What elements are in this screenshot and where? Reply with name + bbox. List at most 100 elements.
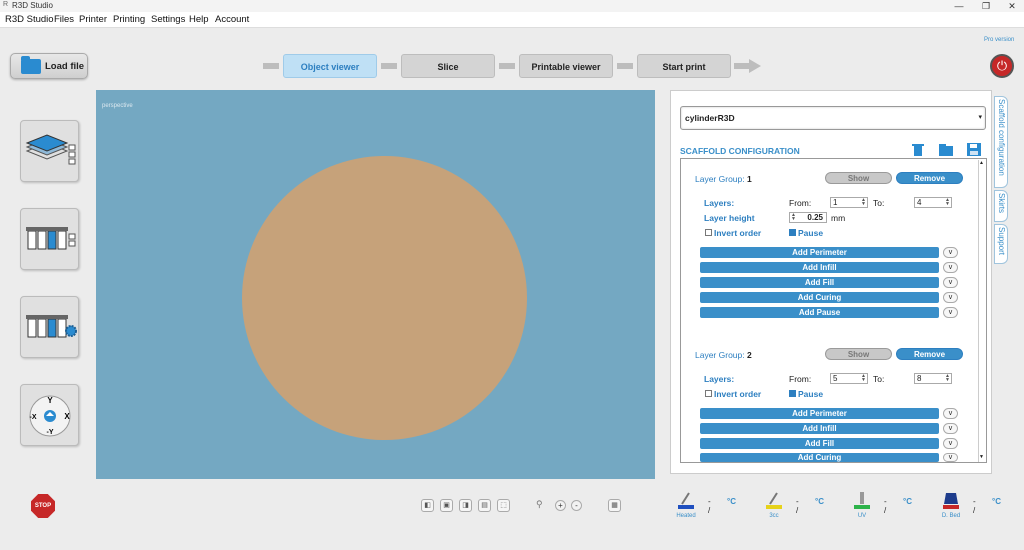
remove-group-button[interactable]: Remove <box>896 172 963 184</box>
layer-height-input[interactable]: ▲ ▼ 0.25 <box>789 212 827 223</box>
jog-y-plus[interactable]: Y <box>47 396 53 405</box>
menu-files[interactable]: Files <box>54 14 74 25</box>
menu-account[interactable]: Account <box>215 14 249 25</box>
zoom-in-button[interactable]: + <box>555 500 566 511</box>
sensor-3cc: 3cc - / °C <box>764 490 824 519</box>
jog-x-plus[interactable]: X <box>64 412 70 421</box>
layers-to-input[interactable]: 4 ▲ ▼ <box>914 197 952 208</box>
trash-icon[interactable] <box>911 143 925 156</box>
model-select[interactable]: cylinderR3D ▾ <box>680 106 986 130</box>
sensor-3cc-unit: °C <box>815 497 824 506</box>
heated-printhead-icon <box>678 492 694 509</box>
step-arrow-icon <box>734 59 761 73</box>
expand-toggle[interactable]: v <box>943 423 958 434</box>
minimize-icon[interactable]: — <box>950 0 968 12</box>
printheads-tool-button[interactable] <box>20 208 79 270</box>
step-start-print[interactable]: Start print <box>637 54 731 78</box>
view-front-icon[interactable]: ▣ <box>440 499 453 512</box>
layers-from-input[interactable]: 1 ▲ ▼ <box>830 197 868 208</box>
jog-y-minus[interactable]: -Y <box>47 429 54 436</box>
add-infill-button[interactable]: Add Infill <box>700 423 939 434</box>
expand-toggle[interactable]: v <box>943 307 958 318</box>
jog-icon: Y -Y X -X <box>29 395 71 437</box>
invert-order-checkbox[interactable] <box>705 390 712 397</box>
sensor-3cc-value: - / <box>796 497 799 515</box>
expand-toggle[interactable]: v <box>943 453 958 462</box>
invert-order-label: Invert order <box>714 389 762 399</box>
step-slice[interactable]: Slice <box>401 54 495 78</box>
grid-icon[interactable]: ▦ <box>608 499 621 512</box>
printhead-settings-button[interactable] <box>20 296 79 358</box>
view-top-icon[interactable]: ▤ <box>478 499 491 512</box>
maximize-icon[interactable]: ❐ <box>977 0 995 12</box>
menu-r3d-studio[interactable]: R3D Studio <box>5 14 54 25</box>
expand-toggle[interactable]: v <box>943 262 958 273</box>
jog-control-button[interactable]: Y -Y X -X <box>20 384 79 446</box>
pause-checkbox[interactable] <box>789 390 796 397</box>
layer-height-unit: mm <box>831 213 846 223</box>
stop-button[interactable]: STOP <box>31 494 55 518</box>
menu-help[interactable]: Help <box>189 14 209 25</box>
load-file-button[interactable]: Load file <box>10 53 88 79</box>
uv-printhead-icon <box>854 492 870 509</box>
list-scrollbar[interactable]: ▲ ▼ <box>978 160 986 462</box>
view-iso-icon[interactable]: ◧ <box>421 499 434 512</box>
pro-version-link[interactable]: Pro version <box>984 37 1014 43</box>
open-folder-icon[interactable] <box>939 143 953 156</box>
syringe-gear-icon <box>26 315 77 338</box>
sensor-uv: UV - / °C <box>852 490 912 519</box>
menu-printer[interactable]: Printer <box>79 14 107 25</box>
menu-settings[interactable]: Settings <box>151 14 185 25</box>
sensor-uv-unit: °C <box>903 497 912 506</box>
add-curing-button[interactable]: Add Curing <box>700 292 939 303</box>
layer-group-label: Layer Group: 2 <box>695 350 752 360</box>
show-group-button[interactable]: Show <box>825 172 892 184</box>
expand-toggle[interactable]: v <box>943 277 958 288</box>
close-icon[interactable]: ✕ <box>1003 0 1021 12</box>
to-label: To: <box>873 374 885 384</box>
jog-x-minus[interactable]: -X <box>30 414 37 421</box>
pause-checkbox[interactable] <box>789 229 796 236</box>
expand-toggle[interactable]: v <box>943 438 958 449</box>
zoom-icon: ⚲ <box>536 499 543 509</box>
layer-height-label: Layer height <box>704 213 755 223</box>
add-fill-button[interactable]: Add Fill <box>700 277 939 288</box>
from-label: From: <box>789 198 812 208</box>
tab-scaffold-configuration[interactable]: Scaffold configuration <box>994 96 1008 188</box>
add-infill-button[interactable]: Add Infill <box>700 262 939 273</box>
3cc-printhead-icon <box>766 492 782 509</box>
step-connector <box>381 63 397 69</box>
remove-group-button[interactable]: Remove <box>896 348 963 360</box>
add-fill-button[interactable]: Add Fill <box>700 438 939 449</box>
tab-skirts[interactable]: Skirts <box>994 190 1008 222</box>
show-group-button[interactable]: Show <box>825 348 892 360</box>
cylinder-model[interactable] <box>242 156 527 440</box>
app-logo-icon: R <box>3 1 9 8</box>
add-perimeter-button[interactable]: Add Perimeter <box>700 408 939 419</box>
invert-order-checkbox[interactable] <box>705 229 712 236</box>
power-icon[interactable]: ⏻ <box>990 54 1014 78</box>
layers-to-input[interactable]: 8 ▲ ▼ <box>914 373 952 384</box>
bed-icon <box>943 493 959 509</box>
view-perspective-icon[interactable]: ⬚ <box>497 499 510 512</box>
expand-toggle[interactable]: v <box>943 292 958 303</box>
menu-printing[interactable]: Printing <box>113 14 145 25</box>
save-icon[interactable] <box>967 143 981 156</box>
window-title: R3D Studio <box>12 1 53 10</box>
add-curing-button[interactable]: Add Curing <box>700 453 939 462</box>
add-pause-button[interactable]: Add Pause <box>700 307 939 318</box>
layers-from-input[interactable]: 5 ▲ ▼ <box>830 373 868 384</box>
tab-support[interactable]: Support <box>994 224 1008 264</box>
invert-order-label: Invert order <box>714 228 762 238</box>
step-object-viewer[interactable]: Object viewer <box>283 54 377 78</box>
scaffold-config-title: SCAFFOLD CONFIGURATION <box>680 146 800 156</box>
folder-icon <box>21 56 41 74</box>
step-printable-viewer[interactable]: Printable viewer <box>519 54 613 78</box>
view-side-icon[interactable]: ◨ <box>459 499 472 512</box>
expand-toggle[interactable]: v <box>943 408 958 419</box>
layers-tool-button[interactable] <box>20 120 79 182</box>
expand-toggle[interactable]: v <box>943 247 958 258</box>
add-perimeter-button[interactable]: Add Perimeter <box>700 247 939 258</box>
zoom-out-button[interactable]: - <box>571 500 582 511</box>
step-connector <box>263 63 279 69</box>
